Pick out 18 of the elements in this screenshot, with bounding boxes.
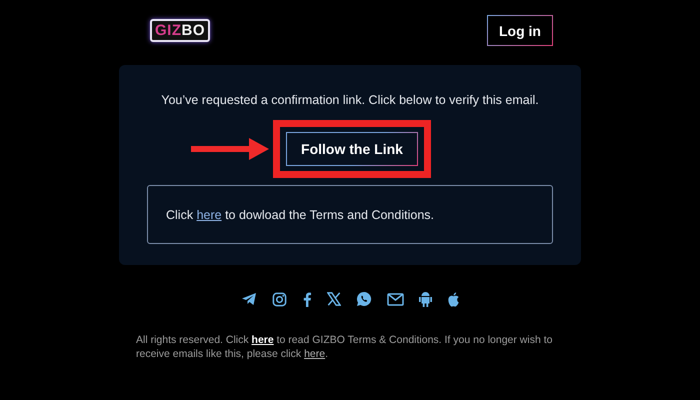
login-button[interactable]: Log in [487,15,553,46]
unsubscribe-link[interactable]: here [304,348,326,360]
android-icon[interactable] [418,291,432,307]
footer-text: All rights reserved. Click here to read GIZBO Terms & Conditions. If you no longer wish to receive emails like this, please click here. [136,333,554,361]
facebook-icon[interactable] [302,292,312,306]
download-link[interactable]: here [196,208,222,222]
terms-link[interactable]: here [252,334,274,346]
follow-link-button[interactable]: Follow the Link [286,132,418,166]
paper-plane-icon[interactable] [240,291,256,307]
whatsapp-icon[interactable] [356,291,372,307]
x-logo-icon[interactable] [326,292,340,306]
apple-icon[interactable] [446,292,460,306]
notice-text: Click here to dowload the Terms and Conditions. [147,185,553,244]
arrow-icon [191,138,270,160]
mail-icon[interactable] [386,292,404,306]
instagram-icon[interactable] [272,292,286,306]
message-text: You’ve requested a confirmation link. Click below to verify this email. [161,93,539,107]
logo[interactable]: GIZBO [150,19,210,42]
